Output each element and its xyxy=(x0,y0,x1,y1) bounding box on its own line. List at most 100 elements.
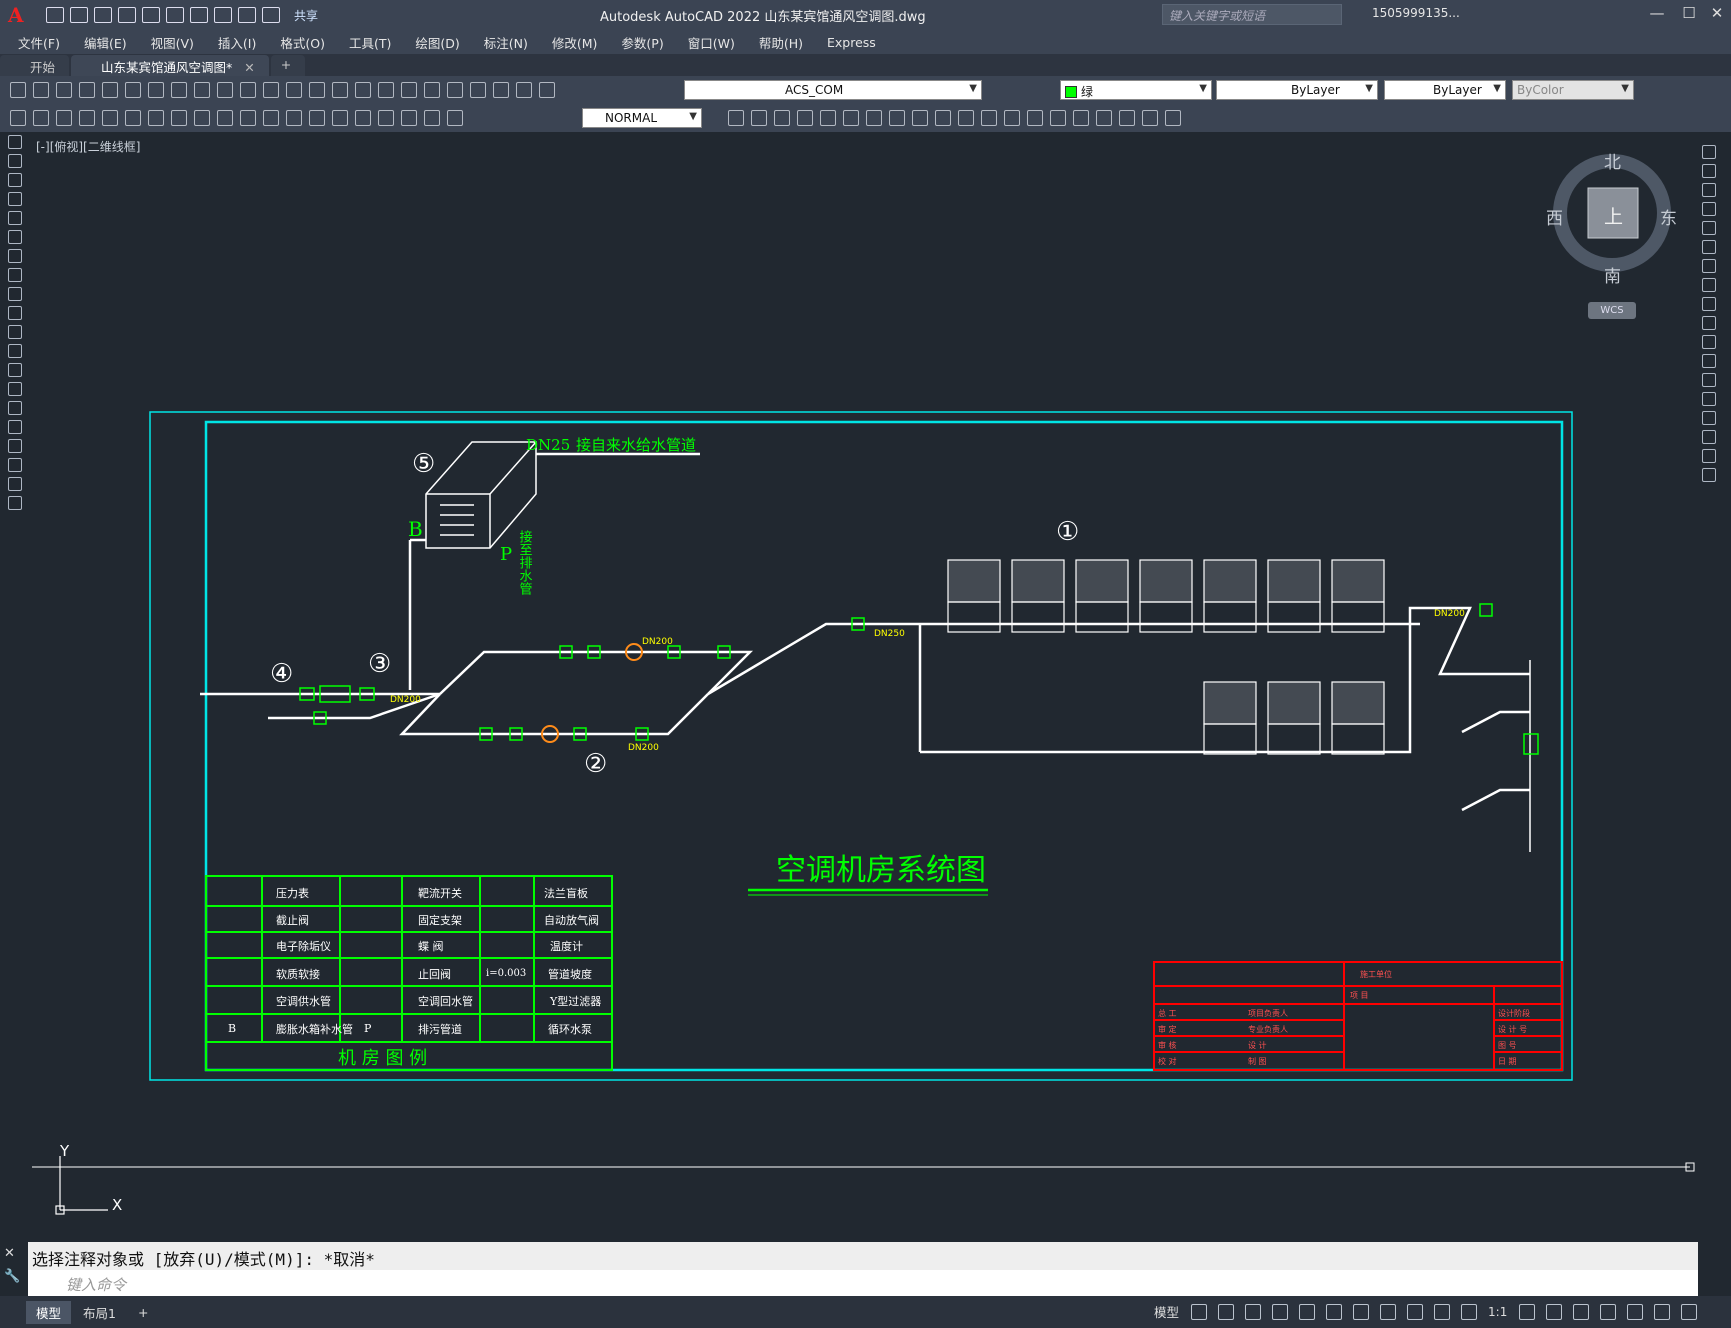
chamfer-icon[interactable] xyxy=(1702,411,1716,425)
revcloud-icon[interactable] xyxy=(8,268,22,282)
help-icon[interactable] xyxy=(516,82,532,98)
object-track-icon[interactable] xyxy=(1326,1303,1343,1320)
close-icon[interactable]: ✕ xyxy=(4,1246,24,1261)
color-dropdown[interactable]: 绿 ▼ xyxy=(1060,80,1212,100)
web-save-icon[interactable] xyxy=(166,7,184,23)
menu-window[interactable]: 窗口(W) xyxy=(688,33,735,52)
customize-qat-icon[interactable] xyxy=(262,7,280,23)
dim-text-edit-icon[interactable] xyxy=(424,110,440,126)
add-layout-button[interactable]: + xyxy=(128,1303,158,1322)
cut-icon[interactable] xyxy=(148,82,164,98)
baseline-icon[interactable] xyxy=(217,110,233,126)
ellipse-icon[interactable] xyxy=(8,306,22,320)
save-as-icon[interactable] xyxy=(118,7,136,23)
command-input[interactable]: 键入命令 xyxy=(28,1270,1698,1296)
annotation-monitor-icon[interactable] xyxy=(1546,1303,1563,1320)
tab-layout1[interactable]: 布局1 xyxy=(73,1301,126,1324)
isodraft-icon[interactable] xyxy=(1299,1303,1316,1320)
user-account[interactable]: 1505999135... xyxy=(1372,6,1460,20)
center-mark-icon[interactable] xyxy=(332,110,348,126)
viewcube-east[interactable]: 东 xyxy=(1660,204,1677,229)
viewcube-west[interactable]: 西 xyxy=(1546,204,1563,229)
sheet-set-icon[interactable] xyxy=(447,82,463,98)
properties-icon[interactable] xyxy=(378,82,394,98)
insert-icon[interactable] xyxy=(1165,110,1181,126)
mtext-icon[interactable] xyxy=(8,477,22,491)
quick-dim-icon[interactable] xyxy=(194,110,210,126)
search-input[interactable]: 键入关键字或短语 xyxy=(1162,4,1342,25)
zoom-previous-icon[interactable] xyxy=(355,82,371,98)
join-icon[interactable] xyxy=(1702,392,1716,406)
save-icon[interactable] xyxy=(94,7,112,23)
offset-icon[interactable] xyxy=(774,110,790,126)
insert-block-icon[interactable] xyxy=(8,344,22,358)
wrench-icon[interactable]: 🔧 xyxy=(4,1269,24,1284)
new-tab-button[interactable]: + xyxy=(270,55,306,76)
continue-icon[interactable] xyxy=(240,110,256,126)
menu-help[interactable]: 帮助(H) xyxy=(759,33,803,52)
rectangle-icon[interactable] xyxy=(8,211,22,225)
copy-icon[interactable] xyxy=(1702,164,1716,178)
workspace-gear-icon[interactable] xyxy=(1519,1303,1536,1320)
drawing-canvas[interactable]: DN25 接自来水给水管道 B P 接至排水管 DN200 DN200 DN20… xyxy=(0,0,1731,1328)
erase-icon[interactable] xyxy=(1702,145,1716,159)
menu-dimension[interactable]: 标注(N) xyxy=(484,33,528,52)
dim-update-icon[interactable] xyxy=(447,110,463,126)
circle-icon[interactable] xyxy=(8,249,22,263)
lineweight-icon[interactable] xyxy=(1380,1303,1397,1320)
blend-icon[interactable] xyxy=(1702,449,1716,463)
calculator-icon[interactable] xyxy=(493,82,509,98)
mirror-icon[interactable] xyxy=(1702,183,1716,197)
polygon-icon[interactable] xyxy=(8,192,22,206)
menu-express[interactable]: Express xyxy=(827,35,876,50)
hatch-icon[interactable] xyxy=(8,401,22,415)
web-open-icon[interactable] xyxy=(142,7,160,23)
block-icon[interactable] xyxy=(1142,110,1158,126)
inspection-icon[interactable] xyxy=(355,110,371,126)
plot-icon[interactable] xyxy=(190,7,208,23)
xline-icon[interactable] xyxy=(8,154,22,168)
trim-icon[interactable] xyxy=(1702,316,1716,330)
point-icon[interactable] xyxy=(8,382,22,396)
undo-icon[interactable] xyxy=(214,7,232,23)
open-icon[interactable] xyxy=(70,7,88,23)
units-icon[interactable] xyxy=(1573,1303,1590,1320)
stretch-icon[interactable] xyxy=(889,110,905,126)
textstyle-dropdown[interactable]: NORMAL ▼ xyxy=(582,108,702,128)
close-button[interactable]: ✕ xyxy=(1704,4,1730,26)
draworder-icon[interactable] xyxy=(1073,110,1089,126)
break-icon[interactable] xyxy=(1702,373,1716,387)
markup-icon[interactable] xyxy=(470,82,486,98)
spline-icon[interactable] xyxy=(8,287,22,301)
pan-icon[interactable] xyxy=(286,82,302,98)
extend-icon[interactable] xyxy=(1702,335,1716,349)
copy-obj-icon[interactable] xyxy=(728,110,744,126)
linetype-dropdown[interactable]: ByLayer ▼ xyxy=(1216,80,1378,100)
line-icon[interactable] xyxy=(8,135,22,149)
tab-drawing[interactable]: 山东某宾馆通风空调图* ✕ xyxy=(71,55,269,76)
linear-dim-icon[interactable] xyxy=(10,110,26,126)
dim-space-icon[interactable] xyxy=(263,110,279,126)
qnew-icon[interactable] xyxy=(10,82,26,98)
trim-icon[interactable] xyxy=(912,110,928,126)
chamfer-icon[interactable] xyxy=(1004,110,1020,126)
transparency-icon[interactable] xyxy=(1407,1303,1424,1320)
array-icon[interactable] xyxy=(1702,221,1716,235)
stretch-icon[interactable] xyxy=(1702,297,1716,311)
selection-cycling-icon[interactable] xyxy=(1434,1303,1451,1320)
fillet-icon[interactable] xyxy=(1702,430,1716,444)
ordinate-icon[interactable] xyxy=(79,110,95,126)
tab-model[interactable]: 模型 xyxy=(26,1300,72,1324)
lineweight-dropdown[interactable]: ByLayer ▼ xyxy=(1384,80,1506,100)
plotstyle-dropdown[interactable]: ByColor ▼ xyxy=(1512,80,1634,100)
polyline-icon[interactable] xyxy=(8,173,22,187)
osnap-icon[interactable] xyxy=(1353,1303,1370,1320)
menu-draw[interactable]: 绘图(D) xyxy=(415,33,459,52)
tool-palettes-icon[interactable] xyxy=(424,82,440,98)
quick-props-icon[interactable] xyxy=(1600,1303,1617,1320)
dim-edit-icon[interactable] xyxy=(401,110,417,126)
break-point-icon[interactable] xyxy=(1702,354,1716,368)
match-prop-icon[interactable] xyxy=(217,82,233,98)
mirror-icon[interactable] xyxy=(751,110,767,126)
autocad-logo-icon[interactable]: A xyxy=(8,3,34,27)
